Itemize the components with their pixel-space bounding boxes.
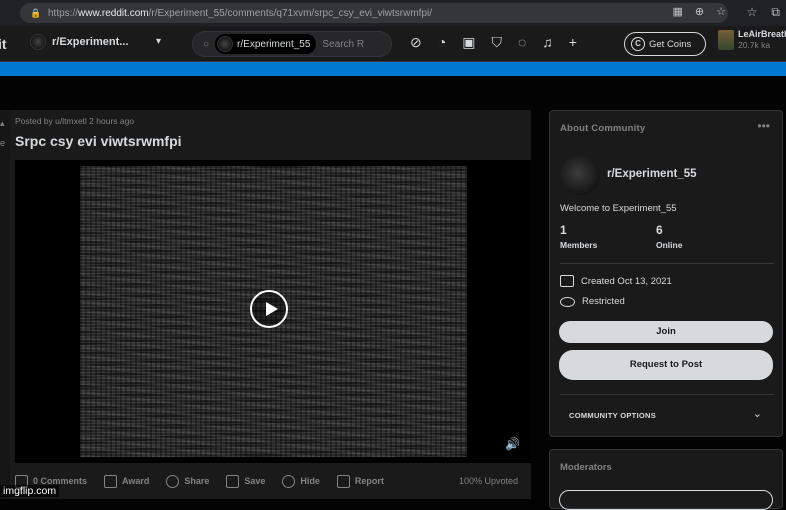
divider [560, 263, 774, 264]
report-label: Report [354, 476, 384, 486]
community-name[interactable]: r/Experiment_55 [607, 168, 697, 180]
address-bar[interactable]: 🔒 https://www.reddit.com/r/Experiment_55… [20, 3, 728, 23]
bookmark-icon [226, 474, 240, 488]
post-title[interactable]: Srpc csy evi viwtsrwmfpi [15, 133, 182, 149]
post-meta: Posted by u/ltmxetl 2 hours ago [15, 116, 135, 126]
cake-icon [560, 275, 574, 287]
share-button[interactable]: Share [166, 474, 210, 488]
created-date: Created Oct 13, 2021 [581, 275, 672, 287]
share-label: Share [184, 476, 210, 486]
award-icon [104, 474, 118, 488]
username: LeAirBreath [738, 29, 786, 39]
search-input[interactable]: ○ r/Experiment_55 Search R [192, 31, 392, 57]
about-community-title: About Community [560, 123, 646, 134]
favorites-bar-icon[interactable]: ☆ [747, 5, 758, 20]
flag-icon [336, 474, 350, 488]
play-icon[interactable] [250, 290, 288, 328]
user-info: LeAirBreath 20.7k ka [738, 29, 786, 50]
post-actions: 0 Comments Award Share Save Hide Report [15, 470, 525, 492]
community-switcher-label: r/Experiment... [52, 36, 129, 48]
search-icon: ○ [203, 38, 210, 50]
popular-icon[interactable]: ⊘ [410, 34, 422, 51]
shield-icon[interactable]: ⛉ [491, 34, 502, 51]
divider [560, 394, 774, 395]
browser-toolbar-right: ☆ ⧉ [747, 5, 780, 20]
url-prefix: https:// [48, 7, 79, 19]
reddit-header: it r/Experiment... ▾ ○ r/Experiment_55 S… [0, 26, 786, 62]
members-label: Members [560, 240, 598, 250]
restricted-row: Restricted [560, 296, 625, 307]
watermark: imgflip.com [0, 485, 60, 497]
community-avatar [30, 34, 46, 50]
url-host: www.reddit.com [78, 7, 149, 19]
online-label: Online [656, 240, 683, 250]
chevron-down-icon[interactable]: ⌄ [753, 407, 762, 420]
reader-mode-icon[interactable]: ▦ [673, 5, 683, 18]
community-avatar-large [560, 155, 600, 195]
award-button[interactable]: Award [104, 474, 150, 488]
bell-icon[interactable]: ♫ [542, 34, 553, 51]
zoom-icon[interactable]: ⊕ [695, 5, 704, 18]
hide-icon [282, 474, 296, 488]
tv-icon[interactable]: ▣ [462, 34, 475, 51]
hide-label: Hide [300, 476, 320, 486]
community-switcher[interactable]: r/Experiment... [30, 34, 128, 50]
search-placeholder: Search R [322, 38, 365, 50]
address-bar-actions: ▦ ⊕ ☆ [673, 5, 727, 18]
vote-count-icon: e [0, 138, 6, 148]
chip-avatar [217, 36, 234, 52]
restricted-label: Restricted [582, 296, 625, 307]
hide-button[interactable]: Hide [282, 474, 320, 488]
upvote-icon[interactable]: ▴ [0, 118, 5, 129]
more-options-icon[interactable]: ••• [757, 119, 770, 133]
plus-icon[interactable]: + [569, 34, 577, 51]
reddit-logo[interactable]: it [0, 36, 7, 52]
online-count: 6 [656, 223, 663, 237]
collections-icon[interactable]: ⧉ [771, 5, 780, 20]
chat-icon[interactable]: ◌ [518, 34, 526, 51]
save-label: Save [244, 476, 266, 486]
url-path: /r/Experiment_55/comments/q71xvm/srpc_cs… [148, 7, 433, 19]
chevron-down-icon[interactable]: ▾ [156, 36, 161, 47]
get-coins-label: Get Coins [649, 38, 692, 50]
coin-icon: C [631, 37, 645, 51]
favorite-icon[interactable]: ☆ [716, 5, 726, 18]
award-label: Award [122, 476, 150, 486]
request-to-post-button[interactable]: Request to Post [559, 350, 773, 380]
share-icon [166, 474, 180, 488]
report-button[interactable]: Report [336, 474, 384, 488]
stats-icon[interactable]: ◔ [438, 34, 446, 51]
about-community-card: About Community ••• r/Experiment_55 Welc… [549, 110, 783, 437]
community-description: Welcome to Experiment_55 [560, 203, 677, 214]
save-button[interactable]: Save [226, 474, 266, 488]
browser-toolbar: 🔒 https://www.reddit.com/r/Experiment_55… [0, 0, 786, 26]
user-avatar [718, 29, 734, 50]
get-coins-button[interactable]: C Get Coins [624, 32, 706, 56]
community-banner [0, 62, 786, 76]
search-scope-label: r/Experiment_55 [237, 38, 311, 50]
lock-icon: 🔒 [30, 8, 42, 18]
vote-column: ▴ e [0, 110, 10, 499]
members-count: 1 [560, 223, 567, 237]
search-scope-chip[interactable]: r/Experiment_55 [215, 34, 317, 54]
created-row: Created Oct 13, 2021 [560, 275, 672, 287]
karma: 20.7k ka [738, 40, 771, 50]
header-icons: ⊘ ◔ ▣ ⛉ ◌ ♫ + [410, 34, 577, 51]
restricted-icon [560, 296, 575, 307]
message-mods-button[interactable] [559, 490, 773, 510]
user-menu[interactable]: LeAirBreath 20.7k ka [718, 29, 786, 50]
community-options-toggle[interactable]: COMMUNITY OPTIONS [569, 411, 656, 420]
moderators-card: Moderators [549, 449, 783, 510]
moderators-title: Moderators [560, 462, 612, 473]
volume-icon[interactable]: 🔊 [505, 437, 520, 451]
upvote-ratio: 100% Upvoted [459, 476, 519, 486]
join-button[interactable]: Join [559, 321, 773, 343]
